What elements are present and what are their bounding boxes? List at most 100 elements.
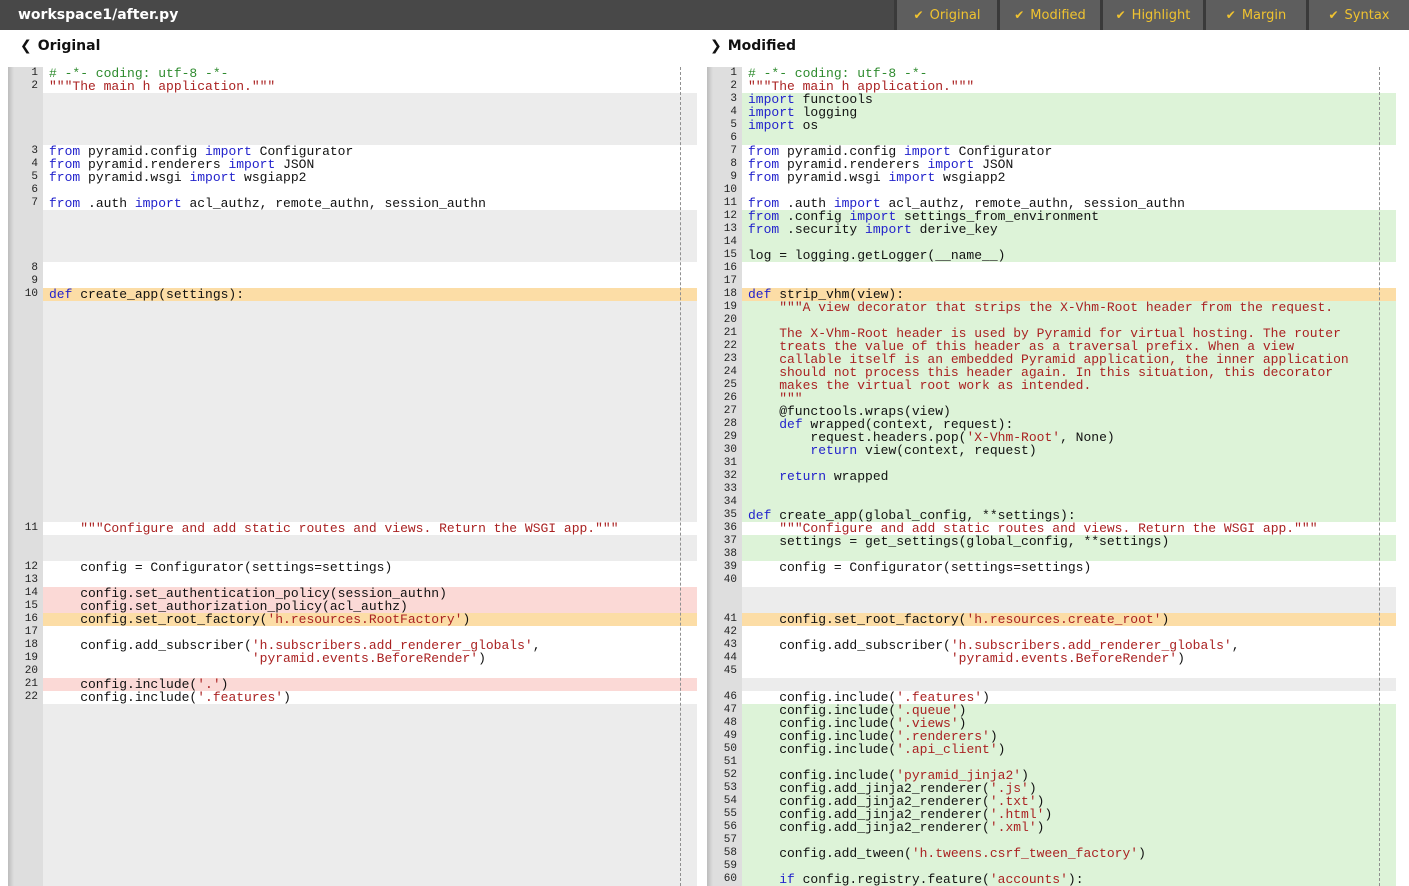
code-text: config.add_jinja2_renderer('.html') — [742, 808, 1396, 821]
original-panel-title: Original — [38, 38, 101, 54]
code-line — [8, 405, 697, 418]
line-number: 22 — [8, 691, 43, 704]
code-line — [8, 353, 697, 366]
code-text — [43, 834, 697, 847]
code-text: """Configure and add static routes and v… — [742, 522, 1396, 535]
line-number: 39 — [707, 561, 742, 574]
code-line — [8, 509, 697, 522]
code-line — [707, 587, 1396, 600]
code-line — [8, 756, 697, 769]
code-text — [43, 756, 697, 769]
diff-view: 1# -*- coding: utf-8 -*-2"""The main h a… — [0, 67, 1409, 886]
toggle-margin-button[interactable]: ✔ Margin — [1206, 0, 1306, 30]
modified-pane[interactable]: 1# -*- coding: utf-8 -*-2"""The main h a… — [707, 67, 1396, 886]
code-line — [8, 834, 697, 847]
code-text: config.include('.queue') — [742, 704, 1396, 717]
line-number — [8, 340, 43, 353]
line-number — [8, 834, 43, 847]
code-text: 'pyramid.events.BeforeRender') — [43, 652, 697, 665]
code-line — [8, 249, 697, 262]
original-pane[interactable]: 1# -*- coding: utf-8 -*-2"""The main h a… — [8, 67, 697, 886]
toggle-syntax-button[interactable]: ✔ Syntax — [1309, 0, 1409, 30]
code-line: 5import os — [707, 119, 1396, 132]
code-line: 34 — [707, 496, 1396, 509]
check-icon: ✔ — [1226, 8, 1236, 22]
toggle-highlight-button[interactable]: ✔ Highlight — [1103, 0, 1203, 30]
check-icon: ✔ — [1014, 8, 1024, 22]
code-line: 3import functools — [707, 93, 1396, 106]
code-text — [43, 795, 697, 808]
code-text: # -*- coding: utf-8 -*- — [43, 67, 697, 80]
line-number: 26 — [707, 392, 742, 405]
code-line — [8, 743, 697, 756]
code-text: request.headers.pop('X-Vhm-Root', None) — [742, 431, 1396, 444]
code-line: 26 """ — [707, 392, 1396, 405]
line-number: 18 — [707, 288, 742, 301]
code-line: 14 config.set_authentication_policy(sess… — [8, 587, 697, 600]
code-line: 49 config.include('.renderers') — [707, 730, 1396, 743]
line-number: 38 — [707, 548, 742, 561]
code-line: 56 config.add_jinja2_renderer('.xml') — [707, 821, 1396, 834]
code-line — [8, 717, 697, 730]
code-line — [707, 600, 1396, 613]
code-line — [8, 873, 697, 886]
code-line — [8, 821, 697, 834]
code-line: 16 config.set_root_factory('h.resources.… — [8, 613, 697, 626]
line-number: 34 — [707, 496, 742, 509]
title-bar: workspace1/after.py ✔ Original ✔ Modifie… — [0, 0, 1409, 30]
line-number — [8, 392, 43, 405]
code-line: 7from .auth import acl_authz, remote_aut… — [8, 197, 697, 210]
line-number: 3 — [707, 93, 742, 106]
code-text — [43, 314, 697, 327]
code-line: 53 config.add_jinja2_renderer('.js') — [707, 782, 1396, 795]
code-text — [43, 574, 697, 587]
code-line: 43 config.add_subscriber('h.subscribers.… — [707, 639, 1396, 652]
code-line — [8, 223, 697, 236]
line-number: 28 — [707, 418, 742, 431]
toggle-original-button[interactable]: ✔ Original — [897, 0, 997, 30]
code-text: """The main h application.""" — [43, 80, 697, 93]
code-text — [43, 236, 697, 249]
code-line: 18 config.add_subscriber('h.subscribers.… — [8, 639, 697, 652]
line-number: 43 — [707, 639, 742, 652]
code-line — [8, 327, 697, 340]
line-number: 2 — [707, 80, 742, 93]
code-line — [8, 795, 697, 808]
code-text: config.include('.views') — [742, 717, 1396, 730]
code-text — [43, 405, 697, 418]
code-line: 41 config.set_root_factory('h.resources.… — [707, 613, 1396, 626]
line-number: 19 — [8, 652, 43, 665]
line-number: 25 — [707, 379, 742, 392]
code-line: 17 — [707, 275, 1396, 288]
code-text: """Configure and add static routes and v… — [43, 522, 697, 535]
code-text: def strip_vhm(view): — [742, 288, 1396, 301]
code-text — [43, 548, 697, 561]
code-text — [43, 353, 697, 366]
code-text: config.include('.features') — [43, 691, 697, 704]
line-number: 52 — [707, 769, 742, 782]
code-line: 37 settings = get_settings(global_config… — [707, 535, 1396, 548]
code-text: config.include('.') — [43, 678, 697, 691]
line-number: 15 — [8, 600, 43, 613]
line-number — [707, 600, 742, 613]
line-number — [8, 795, 43, 808]
line-number: 6 — [8, 184, 43, 197]
line-number — [8, 405, 43, 418]
code-text — [43, 782, 697, 795]
code-text: config.add_subscriber('h.subscribers.add… — [742, 639, 1396, 652]
button-label: Original — [930, 8, 981, 23]
code-line: 4import logging — [707, 106, 1396, 119]
code-line: 11from .auth import acl_authz, remote_au… — [707, 197, 1396, 210]
code-line: 23 callable itself is an embedded Pyrami… — [707, 353, 1396, 366]
code-line: 40 — [707, 574, 1396, 587]
code-text — [742, 600, 1396, 613]
code-line — [8, 496, 697, 509]
code-line: 4from pyramid.renderers import JSON — [8, 158, 697, 171]
line-number — [8, 106, 43, 119]
code-text — [43, 483, 697, 496]
code-text: from pyramid.renderers import JSON — [742, 158, 1396, 171]
code-text: config.add_jinja2_renderer('.js') — [742, 782, 1396, 795]
toggle-modified-button[interactable]: ✔ Modified — [1000, 0, 1100, 30]
code-line: 25 makes the virtual root work as intend… — [707, 379, 1396, 392]
line-number: 49 — [707, 730, 742, 743]
